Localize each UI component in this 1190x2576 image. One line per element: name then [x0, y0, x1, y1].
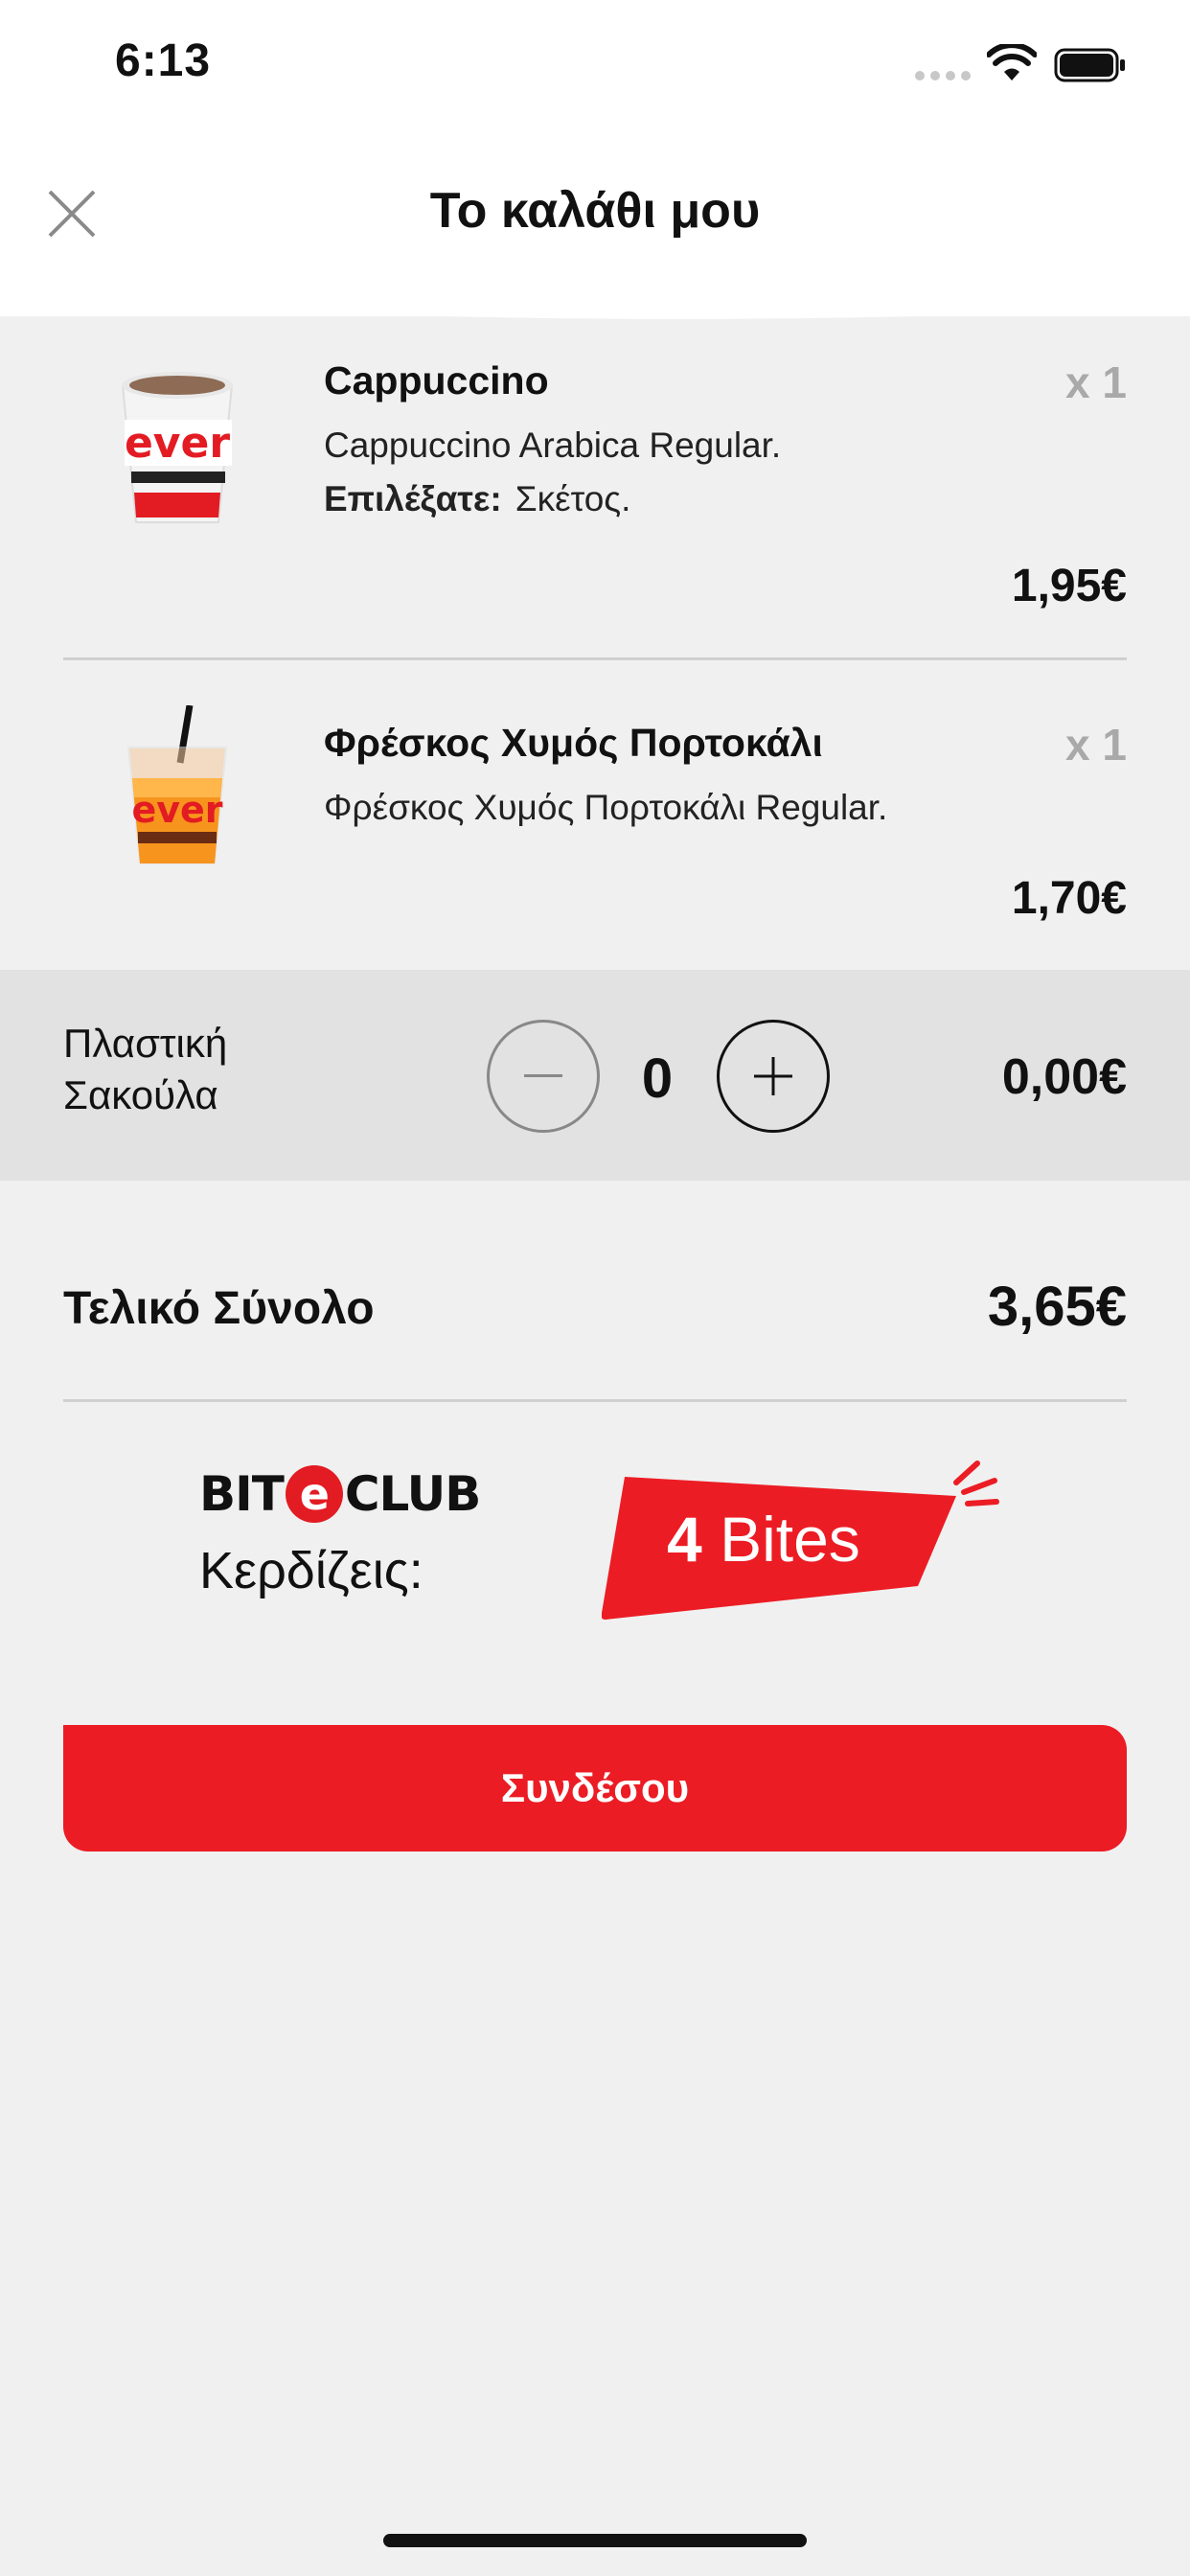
total-divider: [63, 1399, 1127, 1402]
bag-quantity: 0: [641, 1047, 674, 1110]
item-divider: [63, 657, 1127, 660]
decrease-bag-button[interactable]: [487, 1020, 600, 1133]
status-bar: 6:13: [0, 0, 1190, 134]
login-button[interactable]: Συνδέσου: [63, 1725, 1127, 1852]
item-price: 1,95€: [1011, 561, 1127, 611]
bites-count: 4: [667, 1504, 702, 1575]
bites-unit: Bites: [720, 1504, 860, 1575]
item-option-value: Σκέτος.: [515, 479, 631, 518]
biteclub-logo-e: e: [285, 1465, 343, 1523]
total-value: 3,65€: [987, 1276, 1127, 1338]
plastic-bag-label-line2: Σακούλα: [63, 1072, 218, 1117]
item-name: Cappuccino: [324, 358, 549, 402]
item-option-label: Επιλέξατε:: [324, 479, 502, 518]
header-curve: [0, 278, 1190, 319]
item-option: Επιλέξατε: Σκέτος.: [324, 479, 630, 519]
biteclub-logo-prefix: BIT: [199, 1466, 285, 1522]
cellular-signal-icon: [915, 71, 971, 80]
plastic-bag-row: Πλαστική Σακούλα 0 0,00€: [0, 970, 1190, 1181]
cart-item-cappuccino[interactable]: ever Cappuccino x 1 Cappuccino Arabica R…: [0, 345, 1190, 652]
home-indicator: [383, 2534, 807, 2547]
item-quantity: x 1: [1065, 720, 1127, 770]
plastic-bag-label-line1: Πλαστική: [63, 1021, 228, 1066]
orange-juice-cup-image: ever: [126, 705, 228, 864]
cart-item-orange-juice[interactable]: ever Φρέσκος Χυμός Πορτοκάλι x 1 Φρέσκος…: [0, 705, 1190, 954]
page-title: Το καλάθι μου: [429, 183, 761, 239]
item-description: Cappuccino Arabica Regular.: [324, 426, 782, 465]
item-name: Φρέσκος Χυμός Πορτοκάλι: [324, 721, 823, 765]
minus-icon: [524, 1074, 562, 1077]
cappuccino-cup-image: ever: [121, 372, 234, 523]
earn-label: Κερδίζεις:: [199, 1542, 423, 1599]
cup-brand-text: ever: [125, 419, 230, 468]
bites-text: 4 Bites: [667, 1503, 860, 1576]
status-time: 6:13: [115, 35, 212, 86]
item-description: Φρέσκος Χυμός Πορτοκάλι Regular.: [324, 788, 888, 827]
battery-icon: [1054, 48, 1125, 82]
cup-brand-text: ever: [131, 789, 222, 831]
wifi-icon: [987, 44, 1037, 80]
cart-screen: 6:13 Το καλάθι μου ever Cappuccino x 1 C…: [0, 0, 1190, 2576]
bag-price: 0,00€: [1001, 1049, 1127, 1105]
biteclub-logo-suffix: CLUB: [344, 1466, 481, 1522]
item-price: 1,70€: [1011, 873, 1127, 924]
increase-bag-button[interactable]: [717, 1020, 830, 1133]
plastic-bag-label: Πλαστική Σακούλα: [63, 1018, 351, 1121]
plus-icon: [754, 1057, 792, 1095]
total-label: Τελικό Σύνολο: [63, 1283, 375, 1334]
biteclub-logo: BIT e CLUB: [199, 1464, 481, 1524]
item-quantity: x 1: [1065, 357, 1127, 407]
